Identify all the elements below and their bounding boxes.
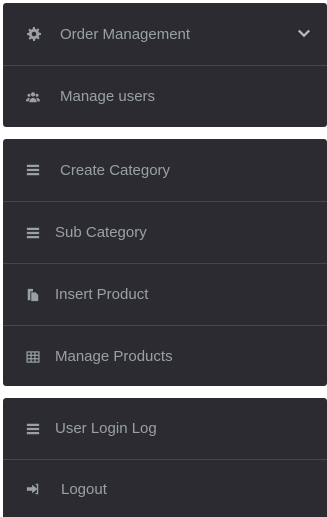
menu-item-label: User Login Log [55,420,157,437]
table-icon [25,349,41,365]
menu-item-label: Sub Category [55,224,147,241]
menu-item-user-login-log[interactable]: User Login Log [3,398,327,459]
menu-item-label: Create Category [60,161,171,179]
menu-item-label: Manage Products [55,348,173,365]
menu-item-label: Insert Product [55,286,149,303]
users-icon [25,89,41,105]
gear-icon [26,26,42,42]
list-icon [25,421,41,437]
menu-item-order-management[interactable]: Order Management [3,3,327,65]
list-icon [25,162,41,178]
menu-group-1: Order Management Manage users [3,3,327,127]
menu-group-2: Create Category Sub Category Insert Prod… [3,139,327,386]
menu-item-label: Order Management [60,25,191,43]
menu-item-create-category[interactable]: Create Category [3,139,327,201]
menu-item-label: Logout [61,480,107,498]
menu-item-sub-category[interactable]: Sub Category [3,201,327,263]
list-icon [25,225,41,241]
copy-icon [25,287,41,303]
menu-item-insert-product[interactable]: Insert Product [3,263,327,325]
menu-group-3: User Login Log Logout [3,398,327,517]
menu-item-manage-users[interactable]: Manage users [3,65,327,127]
menu-item-logout[interactable]: Logout [3,459,327,517]
logout-icon [25,481,41,497]
menu-item-manage-products[interactable]: Manage Products [3,325,327,386]
menu-item-label: Manage users [60,88,156,105]
chevron-down-icon[interactable] [297,27,311,41]
